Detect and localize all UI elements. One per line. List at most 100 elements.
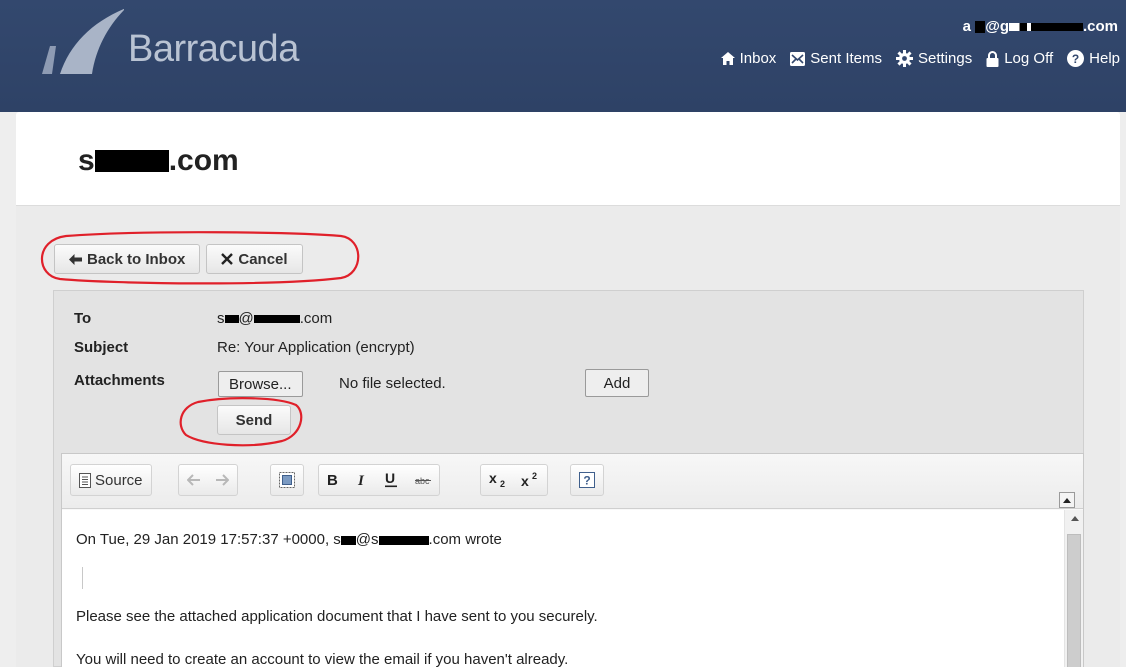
barracuda-logo[interactable]: Barracuda	[36, 8, 326, 78]
redo-button[interactable]	[215, 474, 229, 486]
svg-text:2: 2	[532, 472, 537, 481]
quote-header-at: @s	[355, 531, 379, 548]
compose-form: To s @ .com Subject Re: Your Application (…	[53, 290, 1084, 667]
svg-text:2: 2	[500, 479, 505, 488]
top-header: Barracuda a @g .com Inbox Sent Items Sett…	[0, 0, 1126, 112]
brand-name: Barracuda	[128, 28, 299, 70]
to-label: To	[74, 310, 92, 327]
undo-button[interactable]	[187, 474, 201, 486]
redaction	[94, 150, 169, 172]
nav-sent-items-label: Sent Items	[810, 50, 882, 67]
back-to-inbox-button[interactable]: Back to Inbox	[54, 244, 201, 274]
gear-icon	[896, 50, 913, 67]
editor-toolbar: Source B I U abc x 2 x 2 ?	[62, 454, 1083, 509]
subscript-button[interactable]: x2	[489, 472, 507, 488]
subject-label: Subject	[74, 339, 129, 356]
user-email-mid: @g	[985, 18, 1009, 35]
title-bar: s .com	[16, 112, 1120, 206]
subscript-icon: x2	[489, 472, 505, 488]
help-circle-icon: ?	[1067, 50, 1085, 67]
to-prefix: s	[217, 310, 225, 327]
redaction	[224, 315, 239, 324]
redaction	[253, 315, 300, 324]
source-button[interactable]: Source	[79, 472, 143, 489]
send-button[interactable]: Send	[217, 405, 291, 435]
nav-inbox[interactable]: Inbox	[720, 50, 777, 67]
underline-icon: U	[385, 472, 397, 488]
nav-log-off-label: Log Off	[1004, 50, 1054, 67]
back-to-inbox-label: Back to Inbox	[87, 250, 186, 268]
nav-help-label: Help	[1089, 50, 1120, 67]
triangle-up-icon	[1063, 497, 1071, 503]
superscript-icon: x2	[521, 472, 537, 488]
user-email: a @g .com	[963, 18, 1118, 35]
toolbar-group-source: Source	[70, 464, 152, 496]
select-all-icon	[279, 472, 295, 488]
cancel-button[interactable]: Cancel	[206, 244, 303, 274]
bold-button[interactable]: B	[327, 473, 339, 487]
quote-header-suffix: .com wrote	[428, 531, 502, 548]
quote-bar	[82, 567, 83, 589]
redaction	[378, 535, 429, 545]
redaction	[340, 535, 356, 545]
svg-text:?: ?	[1072, 52, 1079, 66]
document-icon	[79, 472, 91, 488]
main-panel: s .com Back to Inbox Cancel To s @ .com Sub…	[16, 112, 1120, 667]
barracuda-fin-icon	[42, 8, 124, 74]
nav-settings-label: Settings	[918, 50, 973, 67]
svg-text:U: U	[385, 472, 395, 486]
quote-header-prefix: On Tue, 29 Jan 2019 17:57:37 +0000, s	[76, 531, 341, 548]
scroll-thumb[interactable]	[1067, 534, 1081, 667]
close-icon	[221, 253, 234, 265]
add-attachment-button[interactable]: Add	[585, 369, 649, 397]
toolbar-group-script: x2 x2	[480, 464, 548, 496]
to-at: @	[238, 310, 254, 327]
message-editor: Source B I U abc x 2 x 2 ? On Tue, 29 Ja…	[61, 453, 1084, 667]
home-icon	[720, 52, 735, 65]
nav-settings[interactable]: Settings	[896, 50, 972, 67]
strikethrough-button[interactable]: abc	[415, 474, 431, 486]
italic-button[interactable]: I	[357, 473, 367, 487]
browse-button[interactable]: Browse...	[218, 371, 303, 397]
to-suffix: .com	[299, 310, 333, 327]
cancel-label: Cancel	[238, 250, 288, 268]
nav-log-off[interactable]: Log Off	[986, 50, 1053, 67]
user-email-suffix: .com	[1082, 18, 1118, 35]
body-line: Please see the attached application docu…	[76, 608, 598, 625]
editor-scrollbar[interactable]	[1064, 510, 1083, 667]
action-buttons: Back to Inbox Cancel	[54, 244, 303, 274]
subscript-letter: x	[489, 472, 497, 486]
toolbar-group-history	[178, 464, 238, 496]
svg-text:B: B	[327, 473, 338, 487]
body-line: You will need to create an account to vi…	[76, 651, 569, 667]
lock-icon	[986, 50, 999, 67]
toolbar-group-about: ?	[570, 464, 604, 496]
superscript-button[interactable]: x2	[521, 472, 539, 488]
nav-sent-items[interactable]: Sent Items	[790, 50, 882, 67]
about-button[interactable]: ?	[579, 472, 595, 488]
bold-icon: B	[327, 473, 338, 487]
strikethrough-icon: abc	[415, 476, 431, 486]
scroll-up-button[interactable]	[1065, 510, 1083, 527]
redo-icon	[216, 474, 229, 486]
select-all-button[interactable]	[279, 472, 295, 488]
superscript-letter: x	[521, 473, 529, 488]
to-value: s @ .com	[217, 310, 332, 327]
redaction	[1008, 23, 1083, 32]
underline-button[interactable]: U	[385, 472, 397, 488]
toolbar-group-select	[270, 464, 304, 496]
redaction	[975, 21, 986, 34]
question-box-icon: ?	[579, 472, 595, 488]
source-label: Source	[95, 471, 143, 489]
svg-text:I: I	[357, 473, 365, 487]
quote-header: On Tue, 29 Jan 2019 17:57:37 +0000, s @s.…	[76, 531, 502, 548]
undo-icon	[187, 474, 200, 486]
triangle-up-icon	[1070, 516, 1079, 521]
nav-help[interactable]: ? Help	[1067, 50, 1120, 67]
toolbar-collapse-button[interactable]	[1059, 492, 1075, 508]
user-email-prefix: a	[962, 18, 972, 35]
nav-inbox-label: Inbox	[739, 50, 777, 67]
envelope-icon	[790, 51, 806, 66]
editor-content[interactable]: On Tue, 29 Jan 2019 17:57:37 +0000, s @s.…	[62, 510, 1083, 667]
attachments-label: Attachments	[74, 372, 165, 389]
